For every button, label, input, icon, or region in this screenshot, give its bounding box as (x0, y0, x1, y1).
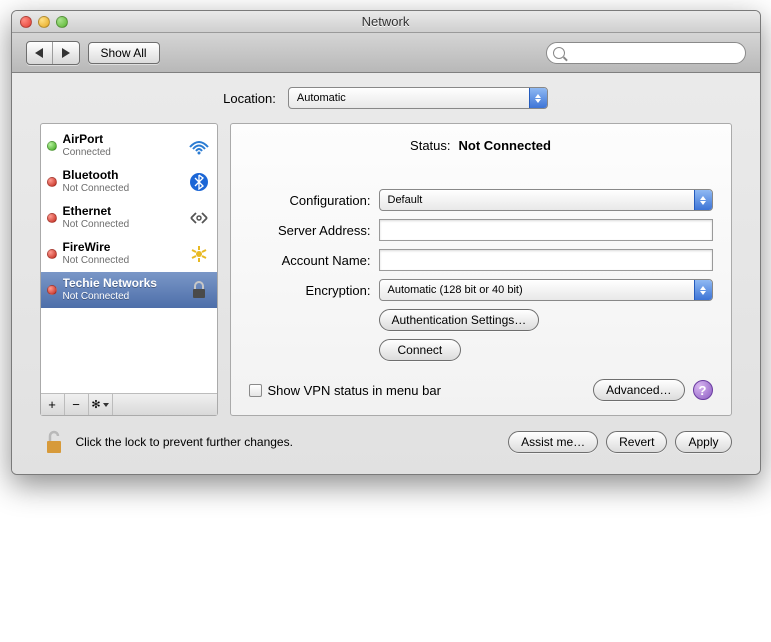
status-label: Status: (410, 138, 450, 153)
configuration-label: Configuration: (249, 193, 379, 208)
panel-footer: Show VPN status in menu bar Advanced… ? (249, 379, 713, 401)
gear-icon: ✻ (91, 398, 100, 411)
firewire-icon (187, 242, 211, 266)
server-address-field[interactable] (379, 219, 713, 241)
encryption-value: Automatic (128 bit or 40 bit) (388, 284, 523, 296)
interface-row-vpn[interactable]: Techie NetworksNot Connected (41, 272, 217, 308)
advanced-button[interactable]: Advanced… (593, 379, 684, 401)
search-field[interactable] (546, 42, 746, 64)
lock-button[interactable] (40, 428, 68, 456)
show-vpn-label: Show VPN status in menu bar (268, 383, 441, 398)
bottom-bar: Click the lock to prevent further change… (40, 428, 732, 456)
select-endcap-icon (529, 88, 547, 108)
toolbar: Show All (12, 33, 760, 73)
forward-button[interactable] (53, 42, 79, 64)
status-dot-icon (47, 285, 57, 295)
interface-row-firewire[interactable]: FireWireNot Connected (41, 236, 217, 272)
status-dot-icon (47, 213, 57, 223)
revert-button[interactable]: Revert (606, 431, 667, 453)
account-name-label: Account Name: (249, 253, 379, 268)
apply-button[interactable]: Apply (675, 431, 731, 453)
bluetooth-icon (187, 170, 211, 194)
status-dot-icon (47, 141, 57, 151)
encryption-select[interactable]: Automatic (128 bit or 40 bit) (379, 279, 713, 301)
connect-button[interactable]: Connect (379, 339, 462, 361)
add-interface-button[interactable]: + (41, 394, 65, 415)
configuration-select[interactable]: Default (379, 189, 713, 211)
search-icon (553, 47, 565, 59)
encryption-label: Encryption: (249, 283, 379, 298)
network-preferences-window: Network Show All Location: Automatic (11, 10, 761, 475)
location-row: Location: Automatic (40, 87, 732, 109)
location-value: Automatic (297, 92, 346, 104)
configuration-value: Default (388, 194, 423, 206)
action-menu-button[interactable]: ✻ (89, 394, 113, 415)
interfaces-sidebar: AirPortConnected BluetoothNot Connected (40, 123, 218, 416)
select-endcap-icon (694, 190, 712, 210)
account-name-field[interactable] (379, 249, 713, 271)
assist-me-button[interactable]: Assist me… (508, 431, 598, 453)
interface-row-bluetooth[interactable]: BluetoothNot Connected (41, 164, 217, 200)
status-value: Not Connected (459, 138, 551, 153)
search-input[interactable] (569, 43, 739, 63)
interfaces-list: AirPortConnected BluetoothNot Connected (41, 124, 217, 393)
auth-settings-button[interactable]: Authentication Settings… (379, 309, 540, 331)
window-title: Network (12, 14, 760, 29)
select-endcap-icon (694, 280, 712, 300)
chevron-down-icon (103, 403, 109, 407)
show-vpn-checkbox[interactable] (249, 384, 262, 397)
content: Location: Automatic AirPortConnected (12, 73, 760, 474)
remove-interface-button[interactable]: − (65, 394, 89, 415)
lock-text: Click the lock to prevent further change… (76, 435, 293, 449)
location-label: Location: (223, 91, 276, 106)
interface-row-ethernet[interactable]: EthernetNot Connected (41, 200, 217, 236)
show-all-button[interactable]: Show All (88, 42, 160, 64)
help-button[interactable]: ? (693, 380, 713, 400)
sidebar-buttons: + − ✻ (41, 393, 217, 415)
status-dot-icon (47, 177, 57, 187)
server-address-label: Server Address: (249, 223, 379, 238)
lock-icon (187, 278, 211, 302)
nav-segment (26, 41, 80, 65)
wifi-icon (187, 134, 211, 158)
titlebar: Network (12, 11, 760, 33)
status-dot-icon (47, 249, 57, 259)
back-button[interactable] (27, 42, 53, 64)
location-select[interactable]: Automatic (288, 87, 548, 109)
main-panel: Status: Not Connected Configuration: Def… (230, 123, 732, 416)
interface-row-airport[interactable]: AirPortConnected (41, 128, 217, 164)
ethernet-icon (187, 206, 211, 230)
